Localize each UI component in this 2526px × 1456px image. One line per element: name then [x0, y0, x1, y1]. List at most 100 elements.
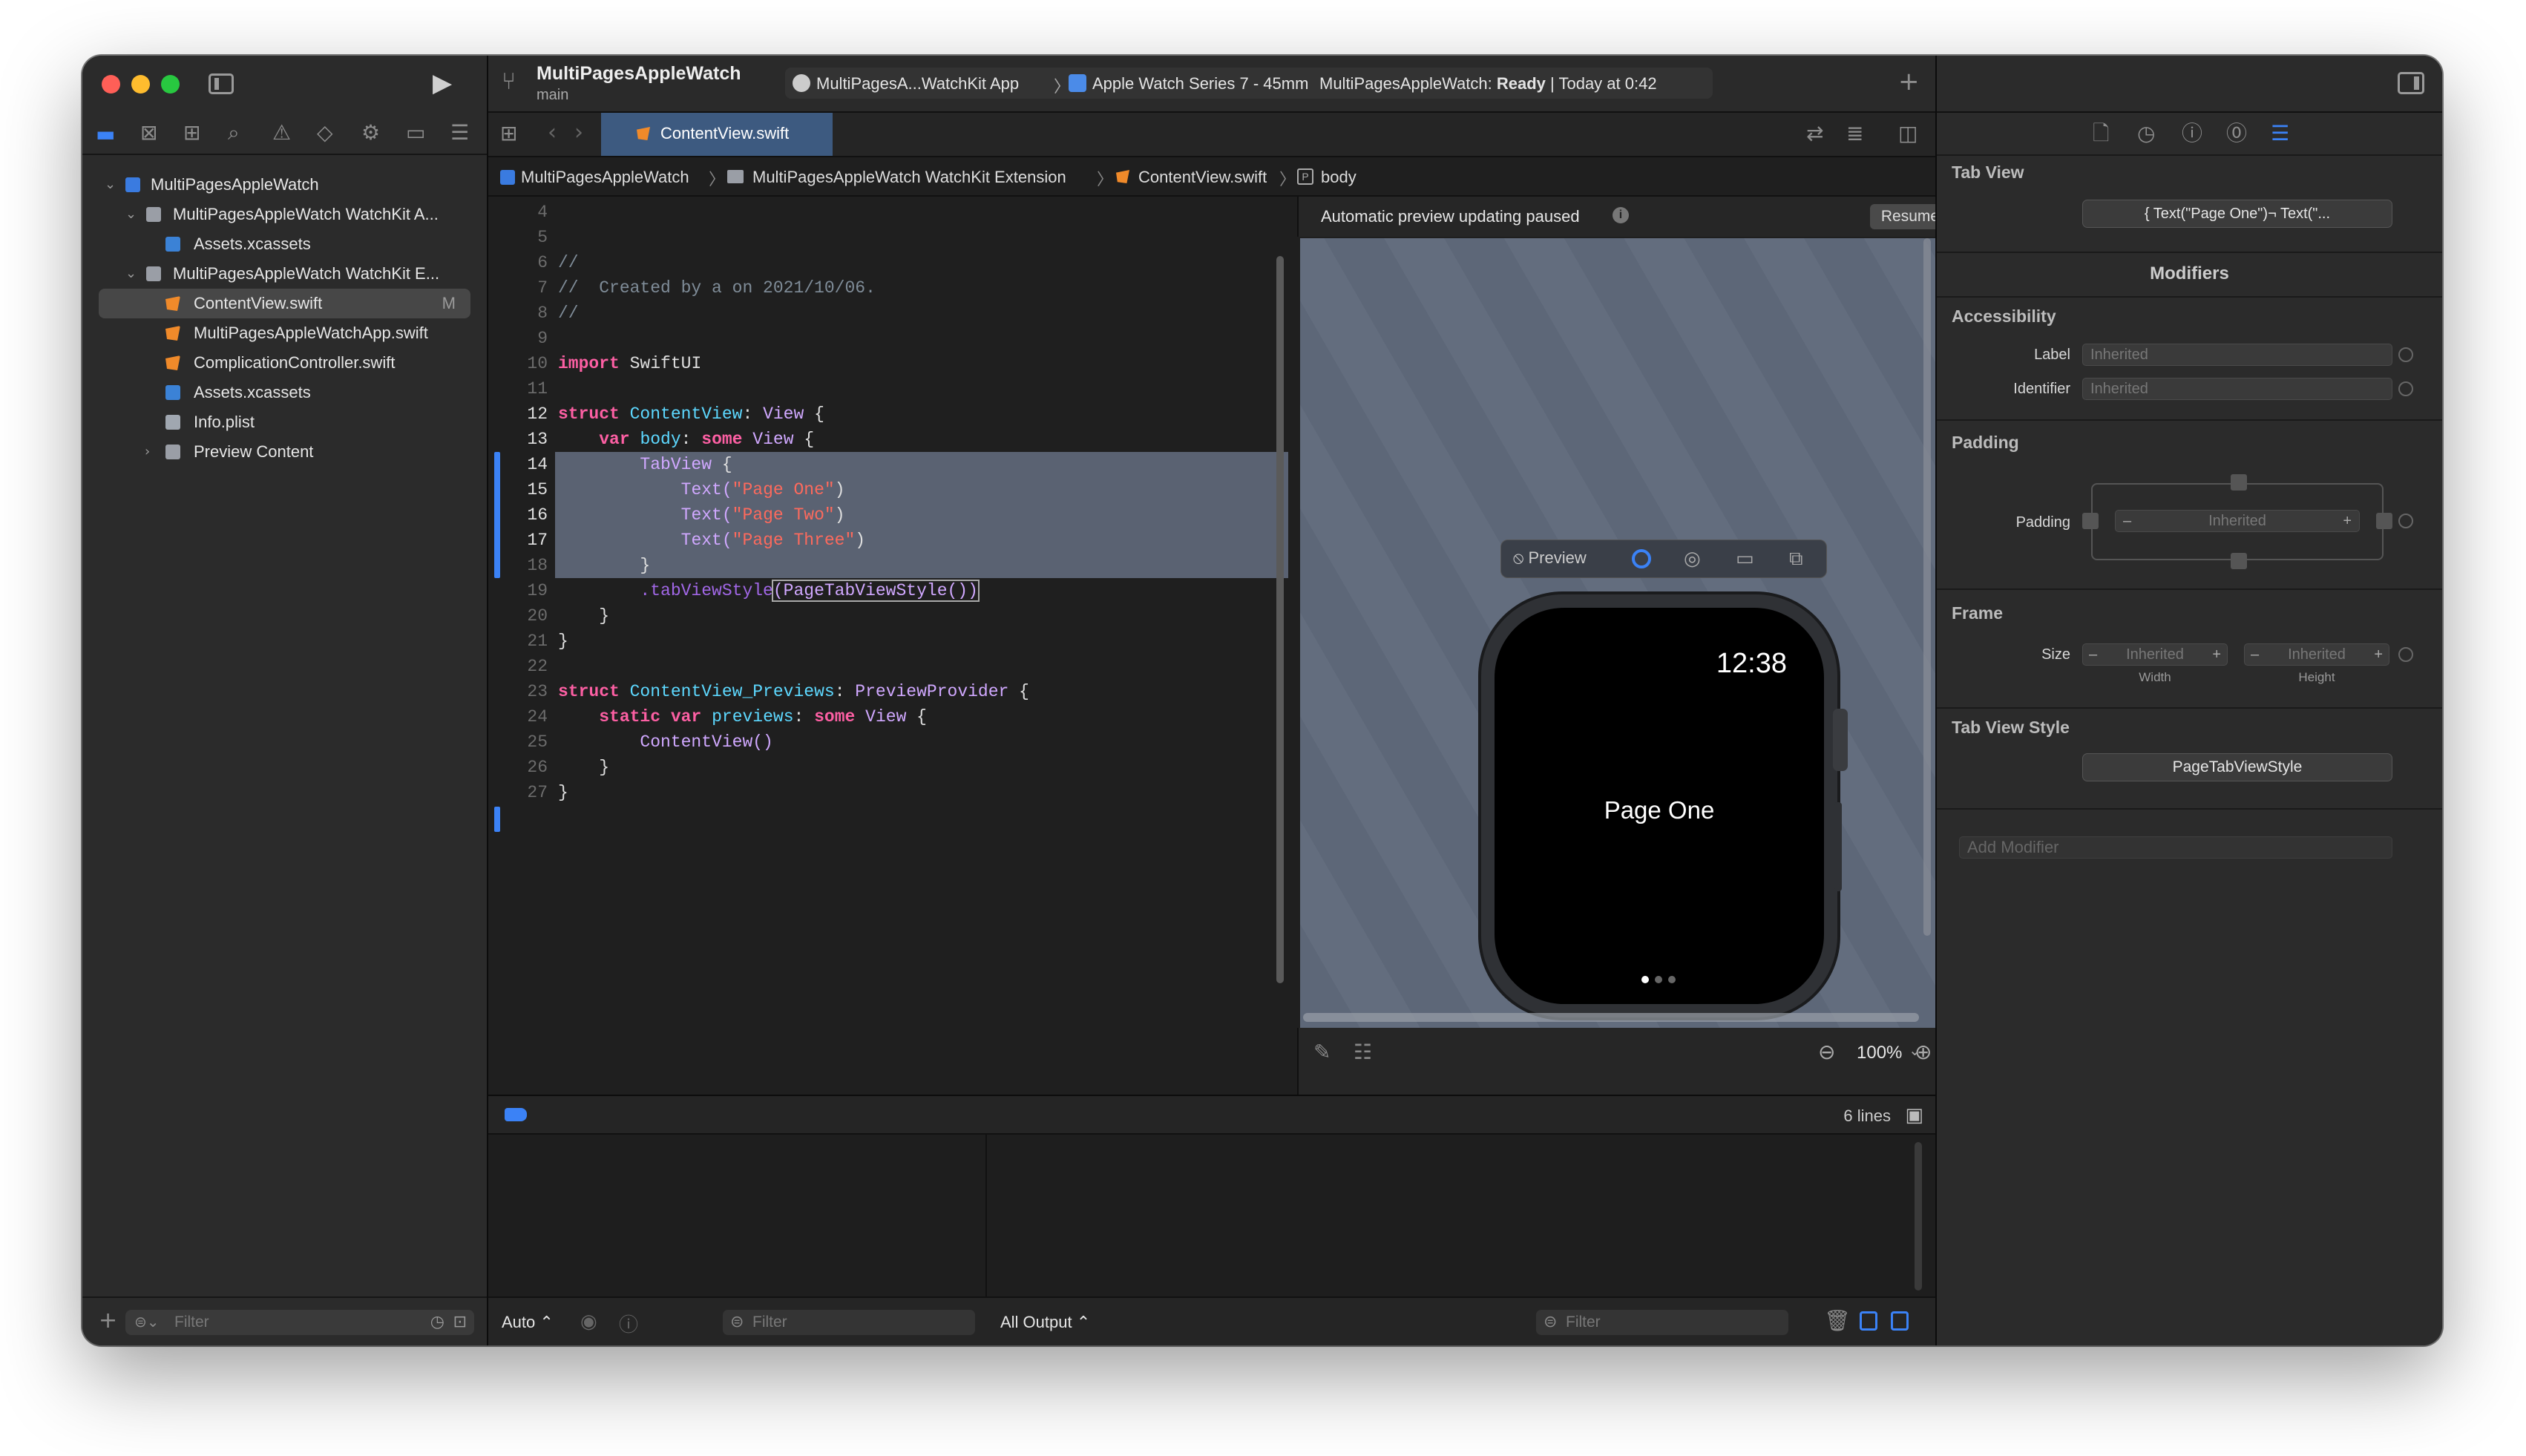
duplicate-icon[interactable]: ⧉	[1789, 547, 1803, 571]
run-icon[interactable]: ▶	[433, 70, 452, 96]
add-file-icon[interactable]: +	[99, 1310, 117, 1332]
nav-item-watchkit-extension[interactable]: ⌄ MultiPagesAppleWatch WatchKit E...	[82, 259, 487, 289]
reset-circle[interactable]	[2398, 514, 2413, 528]
breadcrumb-symbol[interactable]: body	[1321, 168, 1357, 187]
inspect-icon[interactable]: ◎	[1684, 547, 1701, 570]
reset-circle[interactable]	[2398, 381, 2413, 396]
nav-item-watchkit-app[interactable]: ⌄ MultiPagesAppleWatch WatchKit A...	[82, 200, 487, 229]
tab-contentview[interactable]: ContentView.swift	[601, 113, 833, 156]
report-icon[interactable]: ☰	[450, 122, 469, 143]
tab-view-style-button[interactable]: PageTabViewStyle	[2082, 753, 2392, 781]
eye-icon[interactable]: ◉	[580, 1310, 597, 1333]
padding-top-toggle[interactable]	[2231, 474, 2247, 491]
help-icon[interactable]: ⓘ	[2182, 123, 2202, 144]
breadcrumb-file[interactable]: ContentView.swift	[1138, 168, 1267, 187]
nav-item-info-plist[interactable]: Info.plist	[82, 407, 487, 437]
live-preview-icon[interactable]	[1632, 549, 1651, 568]
zoom-out-icon[interactable]: ⊖	[1818, 1040, 1835, 1064]
accessibility-identifier-field[interactable]: Inherited	[2082, 378, 2392, 400]
nav-item-complication[interactable]: ComplicationController.swift	[82, 348, 487, 378]
add-icon[interactable]: +	[1898, 69, 1920, 94]
padding-leading-toggle[interactable]	[2082, 513, 2099, 529]
nav-item-contentview[interactable]: ContentView.swift M	[99, 289, 470, 318]
padding-trailing-toggle[interactable]	[2376, 513, 2392, 529]
reset-circle[interactable]	[2398, 647, 2413, 662]
padding-bottom-toggle[interactable]	[2231, 553, 2247, 569]
frame-height-field[interactable]: – Inherited +	[2244, 643, 2389, 666]
show-variables-icon[interactable]	[1860, 1311, 1877, 1331]
search-icon[interactable]: ⌕	[228, 122, 240, 143]
forward-icon[interactable]: ›	[574, 122, 583, 144]
zoom-window-button[interactable]	[161, 75, 180, 94]
sidebar-toggle-icon[interactable]	[209, 73, 234, 94]
debug-bar: 6 lines ▣	[488, 1096, 1935, 1135]
variants-icon[interactable]: ☷	[1354, 1040, 1372, 1064]
tab-view-content-button[interactable]: { Text("Page One")¬ Text("...	[2082, 200, 2392, 228]
warning-icon[interactable]: ⚠	[272, 122, 291, 143]
file-inspector-icon[interactable]: 🗋	[2093, 123, 2110, 144]
variables-filter[interactable]: ⊜ Filter	[723, 1310, 975, 1335]
breakpoints-toggle-icon[interactable]	[505, 1108, 527, 1121]
debug-icon[interactable]: ⚙	[361, 122, 380, 143]
split-editor-icon[interactable]: ◫	[1898, 123, 1918, 144]
nav-item-preview-content[interactable]: › Preview Content	[82, 437, 487, 467]
symbol-icon[interactable]: ⊞	[183, 122, 200, 143]
refresh-icon[interactable]: ⇄	[1806, 123, 1823, 144]
identity-icon[interactable]: ⓪	[2226, 123, 2247, 144]
test-icon[interactable]: ◇	[317, 122, 333, 143]
preview-vscroll[interactable]	[1923, 238, 1931, 936]
breadcrumb-group[interactable]: MultiPagesAppleWatch WatchKit Extension	[752, 168, 1066, 187]
reset-circle[interactable]	[2398, 347, 2413, 362]
padding-field[interactable]: – Inherited +	[2115, 510, 2360, 532]
nav-item-assets-ext[interactable]: Assets.xcassets	[82, 378, 487, 407]
output-selector[interactable]: All Output ⌃	[1000, 1313, 1090, 1332]
trash-icon[interactable]: 🗑	[1824, 1308, 1851, 1333]
breadcrumb-project[interactable]: MultiPagesAppleWatch	[521, 168, 689, 187]
filter-menu-icon[interactable]: ⊜⌄	[134, 1313, 160, 1331]
show-console-icon[interactable]	[1891, 1311, 1909, 1331]
navigator-filter[interactable]: ⊜⌄ Filter ◷ ⊡	[125, 1310, 474, 1335]
line-number: 14	[527, 455, 548, 474]
swift-file-icon	[637, 127, 650, 140]
info-icon[interactable]: i	[1613, 207, 1629, 223]
breakpoint-icon[interactable]: ▭	[406, 122, 425, 143]
frame-width-field[interactable]: – Inherited +	[2082, 643, 2228, 666]
folder-icon	[727, 170, 744, 183]
scm-filter-icon[interactable]: ⊡	[453, 1312, 467, 1331]
accessibility-label-field[interactable]: Inherited	[2082, 344, 2392, 366]
code-line: }	[640, 556, 651, 575]
nav-item-project[interactable]: ⌄ MultiPagesAppleWatch	[82, 170, 487, 200]
device-selector[interactable]: Apple Watch Series 7 - 45mm	[1092, 74, 1308, 94]
history-icon[interactable]: ◷	[2137, 123, 2155, 144]
console-filter[interactable]: ⊜ Filter	[1536, 1310, 1788, 1335]
device-settings-icon[interactable]: ▭	[1736, 547, 1754, 570]
nav-item-assets-app[interactable]: Assets.xcassets	[82, 229, 487, 259]
tab-view-style-header: Tab View Style	[1952, 718, 2070, 737]
console-scrollbar[interactable]	[1915, 1142, 1922, 1291]
line-number: 9	[537, 329, 548, 348]
editor-scrollbar[interactable]	[1276, 256, 1284, 983]
recent-files-icon[interactable]: ◷	[430, 1312, 444, 1331]
debug-layout-icon[interactable]: ▣	[1905, 1104, 1923, 1127]
add-modifier-field[interactable]: Add Modifier	[1959, 836, 2392, 859]
scheme-selector[interactable]: MultiPagesA...WatchKit App	[816, 74, 1019, 94]
minimize-window-button[interactable]	[131, 75, 150, 94]
preview-hscroll[interactable]	[1303, 1013, 1919, 1022]
code-editor[interactable]: 4 5 6 7 8 9 10 11 12 13 14 15 16 17 18 19 20 21 22 23 24 25 26…	[488, 197, 1297, 1095]
close-window-button[interactable]	[102, 75, 120, 94]
zoom-level[interactable]: 100%	[1857, 1043, 1902, 1063]
zoom-in-icon[interactable]: ⊕	[1915, 1040, 1932, 1064]
source-control-icon[interactable]: ⊠	[140, 122, 157, 143]
preview-mode-button[interactable]: ⦸ Preview	[1513, 548, 1587, 568]
pin-icon[interactable]: ✎	[1313, 1040, 1331, 1064]
project-icon	[500, 170, 515, 185]
inspector-toggle-icon[interactable]	[2398, 72, 2424, 94]
folder-icon[interactable]: ▬	[96, 124, 115, 145]
auto-selector[interactable]: Auto ⌃	[502, 1313, 554, 1332]
attributes-icon[interactable]: ☰	[2271, 123, 2289, 144]
grid-icon[interactable]: ⊞	[500, 123, 517, 144]
info-icon[interactable]: ⓘ	[619, 1310, 638, 1337]
adjust-editor-icon[interactable]: ≣	[1846, 123, 1863, 144]
nav-item-app-swift[interactable]: MultiPagesAppleWatchApp.swift	[82, 318, 487, 348]
back-icon[interactable]: ‹	[548, 122, 557, 144]
